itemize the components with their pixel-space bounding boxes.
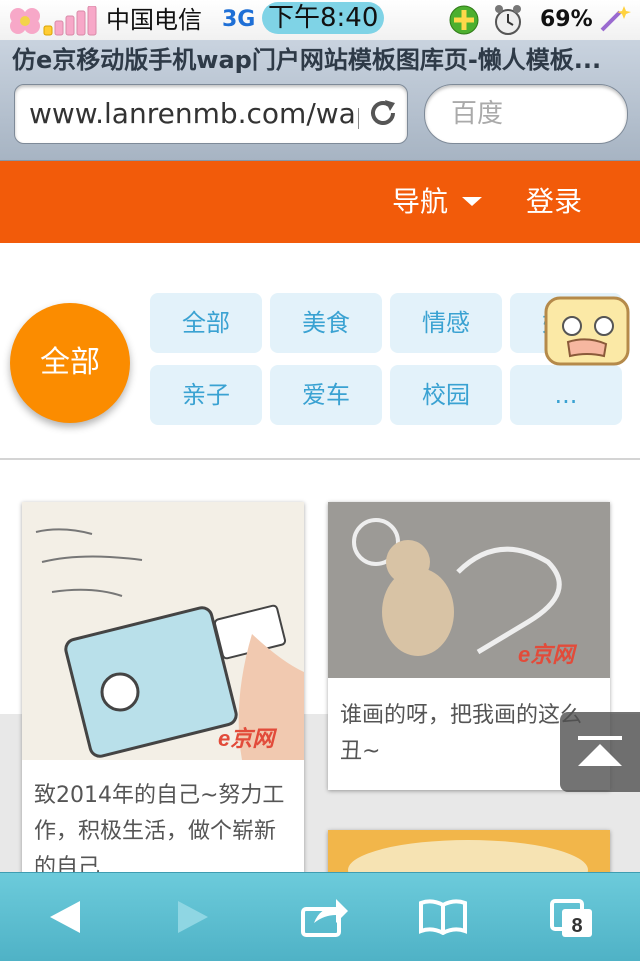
flower-icon xyxy=(10,8,40,34)
nav-menu-button[interactable]: 导航 xyxy=(392,183,448,221)
app-shield-icon xyxy=(449,5,479,35)
page-title: 仿e京移动版手机wap门户网站模板图库页-懒人模板... xyxy=(12,46,602,74)
book-icon[interactable] xyxy=(418,899,468,935)
share-button[interactable] xyxy=(280,873,370,961)
chevron-down-icon[interactable] xyxy=(462,197,482,206)
watermark: e京网 xyxy=(218,726,277,751)
search-placeholder: 百度 xyxy=(451,99,504,129)
reload-icon[interactable] xyxy=(367,97,399,129)
tabs-button[interactable]: 8 xyxy=(530,873,620,961)
carrier-name: 中国电信 xyxy=(106,6,202,34)
magic-wand-icon xyxy=(600,6,631,32)
signal-strength-icon xyxy=(43,6,97,36)
status-bar: 中国电信 3G 下午8:40 69% xyxy=(0,0,640,40)
mascot-face-icon xyxy=(544,296,630,366)
back-button[interactable] xyxy=(20,873,110,961)
back-to-top-button[interactable] xyxy=(560,712,640,792)
share-icon[interactable] xyxy=(300,895,350,937)
alarm-clock-icon xyxy=(495,5,521,35)
current-category-badge: 全部 xyxy=(10,303,130,423)
category-campus[interactable]: 校园 xyxy=(390,365,502,425)
login-button[interactable]: 登录 xyxy=(526,183,582,221)
url-text[interactable]: www.lanrenmb.com/wap xyxy=(29,97,359,131)
clock: 下午8:40 xyxy=(262,2,385,34)
tabs-icon[interactable]: 8 xyxy=(550,899,594,939)
forward-button[interactable] xyxy=(148,873,238,961)
category-parenting[interactable]: 亲子 xyxy=(150,365,262,425)
site-header: 导航 登录 xyxy=(0,161,640,243)
category-cars[interactable]: 爱车 xyxy=(270,365,382,425)
category-emotion[interactable]: 情感 xyxy=(390,293,502,353)
tabs-count: 8 xyxy=(571,915,582,937)
category-all[interactable]: 全部 xyxy=(150,293,262,353)
back-arrow-icon[interactable] xyxy=(46,899,82,935)
card-caption[interactable]: 致2014年的自己~努力工作，积极生活，做个崭新的自己 xyxy=(34,778,292,886)
photo-card[interactable]: e京网 致2014年的自己~努力工作，积极生活，做个崭新的自己 xyxy=(22,502,304,892)
battery-percent: 69% xyxy=(540,7,593,32)
card-image-cat[interactable]: e京网 xyxy=(328,502,610,678)
category-more[interactable]: ... xyxy=(510,365,622,425)
search-input[interactable]: 百度 xyxy=(424,84,628,144)
forward-arrow-icon[interactable] xyxy=(176,899,212,935)
arrow-up-icon[interactable] xyxy=(578,736,622,772)
category-food[interactable]: 美食 xyxy=(270,293,382,353)
card-image-cassette[interactable]: e京网 xyxy=(22,502,304,760)
network-type: 3G xyxy=(222,7,256,32)
address-bar[interactable]: www.lanrenmb.com/wap xyxy=(14,84,408,144)
watermark: e京网 xyxy=(518,642,577,667)
browser-toolbar: 8 xyxy=(0,872,640,961)
bookmarks-button[interactable] xyxy=(398,873,488,961)
